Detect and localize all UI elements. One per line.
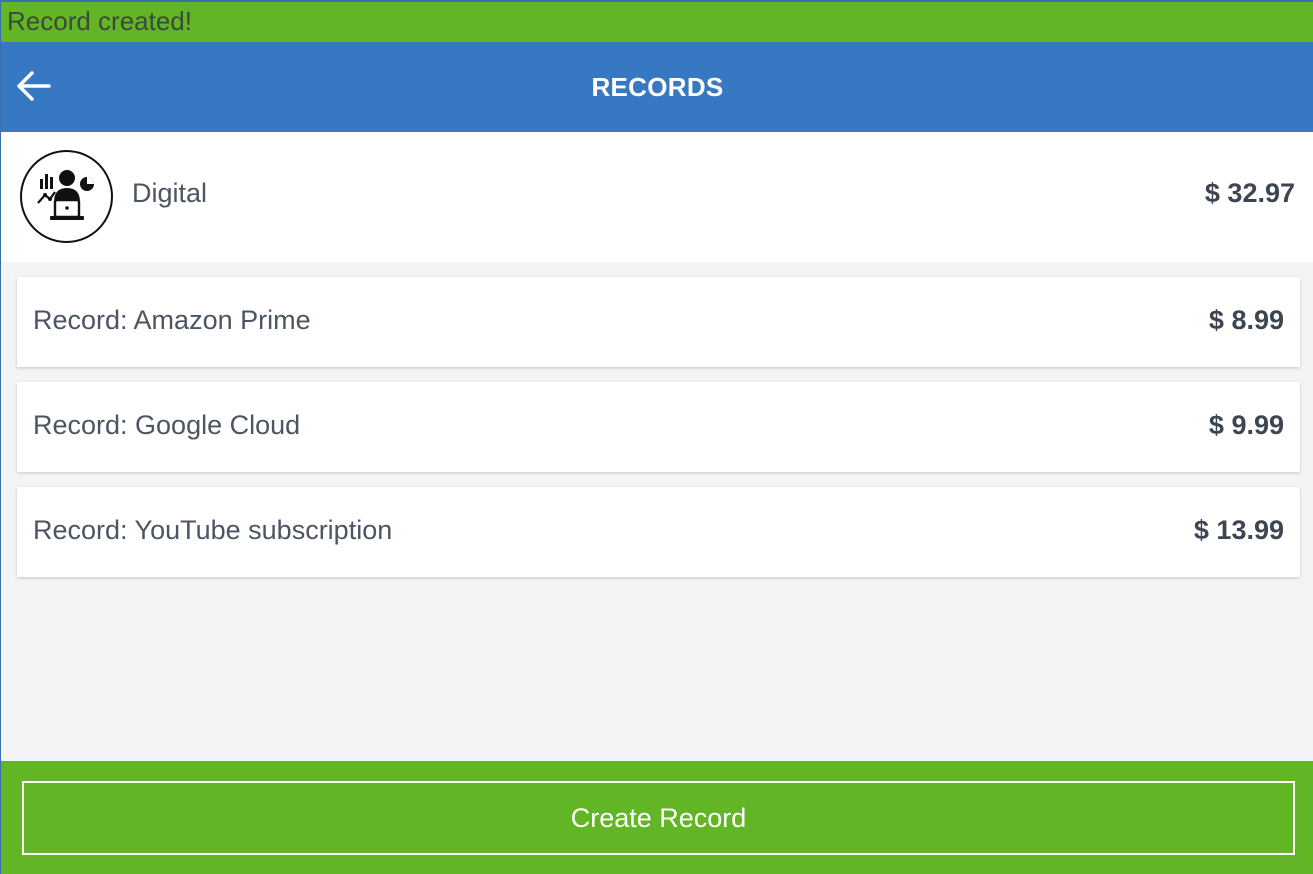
category-avatar bbox=[20, 150, 113, 243]
records-list: Record: Amazon Prime $ 8.99 Record: Goog… bbox=[17, 277, 1300, 592]
list-item[interactable]: Record: YouTube subscription $ 13.99 bbox=[17, 487, 1300, 577]
app-frame: Record created! RECORDS Digital $ 32.97 … bbox=[0, 0, 1313, 874]
record-amount: $ 9.99 bbox=[1208, 410, 1284, 440]
toast-notification: Record created! bbox=[1, 0, 1313, 42]
app-header: RECORDS bbox=[1, 42, 1313, 132]
create-record-button[interactable]: Create Record bbox=[22, 781, 1295, 855]
category-total: $ 32.97 bbox=[1204, 178, 1295, 208]
record-label: Record: Google Cloud bbox=[33, 410, 301, 440]
footer-bar: Create Record bbox=[1, 761, 1313, 874]
page-title: RECORDS bbox=[591, 71, 724, 102]
back-button[interactable] bbox=[15, 68, 55, 104]
toast-message: Record created! bbox=[7, 6, 192, 36]
list-item[interactable]: Record: Amazon Prime $ 8.99 bbox=[17, 277, 1300, 367]
arrow-left-icon bbox=[17, 71, 51, 101]
category-name: Digital bbox=[132, 178, 208, 208]
record-label: Record: YouTube subscription bbox=[33, 515, 393, 545]
person-analytics-icon bbox=[37, 170, 94, 220]
record-amount: $ 13.99 bbox=[1193, 515, 1284, 545]
record-label: Record: Amazon Prime bbox=[33, 305, 311, 335]
category-summary: Digital $ 32.97 bbox=[1, 132, 1313, 262]
record-amount: $ 8.99 bbox=[1208, 305, 1284, 335]
list-item[interactable]: Record: Google Cloud $ 9.99 bbox=[17, 382, 1300, 472]
